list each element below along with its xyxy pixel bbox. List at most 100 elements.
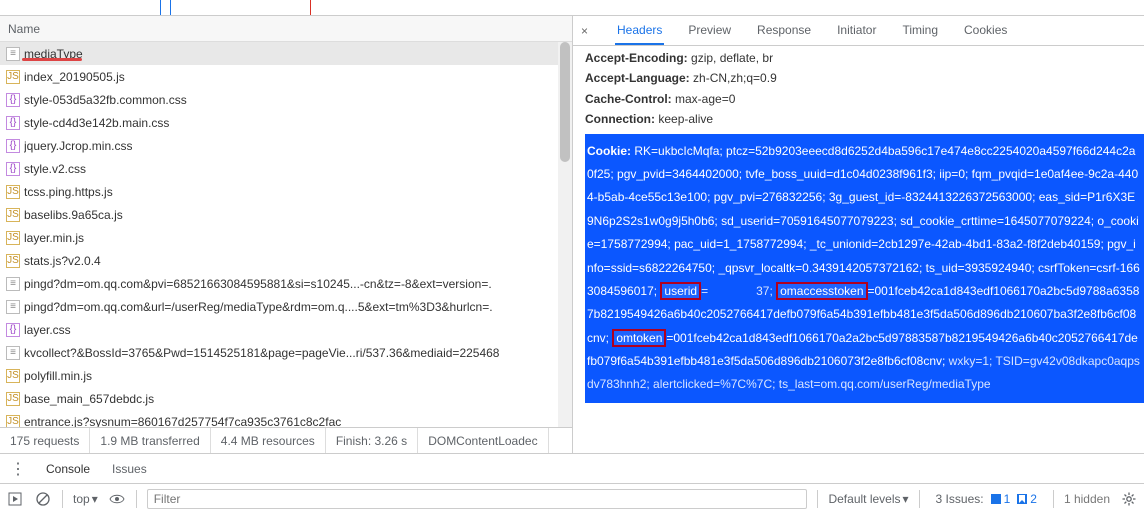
table-row[interactable]: ≡ kvcollect?&BossId=3765&Pwd=1514525181&p… <box>0 341 572 364</box>
css-file-icon: {} <box>6 93 20 107</box>
kebab-icon[interactable]: ⋮ <box>10 459 28 479</box>
close-icon[interactable]: × <box>581 24 597 38</box>
tab-headers[interactable]: Headers <box>615 17 664 45</box>
header-row: Accept-Encoding: gzip, deflate, br <box>585 48 1144 68</box>
request-name: kvcollect?&BossId=3765&Pwd=1514525181&pa… <box>24 346 499 360</box>
table-row[interactable]: {} style.v2.css <box>0 157 572 180</box>
header-value: max-age=0 <box>675 92 735 106</box>
table-row[interactable]: {} style-cd4d3e142b.main.css <box>0 111 572 134</box>
table-row[interactable]: {} jquery.Jcrop.min.css <box>0 134 572 157</box>
css-file-icon: {} <box>6 116 20 130</box>
request-name: polyfill.min.js <box>24 369 92 383</box>
context-selector[interactable]: top▾ <box>73 492 98 506</box>
request-name: base_main_657debdc.js <box>24 392 154 406</box>
levels-selector[interactable]: Default levels▾ <box>828 492 908 506</box>
network-request-list: Name ≡mediaType JS index_20190505.js {} styl… <box>0 16 573 453</box>
eye-icon[interactable] <box>108 490 126 508</box>
table-row[interactable]: JS baselibs.9a65ca.js <box>0 203 572 226</box>
table-row[interactable]: JS polyfill.min.js <box>0 364 572 387</box>
js-file-icon: JS <box>6 185 20 199</box>
table-row[interactable]: ≡mediaType <box>0 42 572 65</box>
filter-input[interactable] <box>147 489 808 509</box>
request-name: entrance.js?sysnum=860167d257754f7ca935c… <box>24 415 341 428</box>
request-name: stats.js?v2.0.4 <box>24 254 101 268</box>
column-header-name[interactable]: Name <box>0 16 572 42</box>
request-name: index_20190505.js <box>24 70 125 84</box>
table-row[interactable]: JS entrance.js?sysnum=860167d257754f7ca93… <box>0 410 572 427</box>
header-row: Connection: keep-alive <box>585 109 1144 129</box>
left-scrollbar[interactable] <box>558 42 572 427</box>
execute-icon[interactable] <box>6 490 24 508</box>
js-file-icon: JS <box>6 392 20 406</box>
highlight-underline <box>22 58 82 61</box>
js-file-icon: JS <box>6 415 20 428</box>
request-name: baselibs.9a65ca.js <box>24 208 123 222</box>
request-name: style-053d5a32fb.common.css <box>24 93 187 107</box>
omaccesstoken-frame: omaccesstoken <box>776 282 867 300</box>
headers-body: Accept-Encoding: gzip, deflate, brAccept… <box>573 46 1144 453</box>
header-row: Cache-Control: max-age=0 <box>585 89 1144 109</box>
status-resources: 4.4 MB resources <box>211 428 326 453</box>
css-file-icon: {} <box>6 139 20 153</box>
header-value: gzip, deflate, br <box>691 51 773 65</box>
status-requests: 175 requests <box>0 428 90 453</box>
request-name: layer.css <box>24 323 71 337</box>
doc-file-icon: ≡ <box>6 300 20 314</box>
issue-count-2: 2 <box>1016 492 1037 506</box>
issues-summary[interactable]: 3 Issues: 1 2 <box>930 492 1043 506</box>
chevron-down-icon: ▾ <box>903 492 909 506</box>
table-row[interactable]: JS tcss.ping.https.js <box>0 180 572 203</box>
header-key: Accept-Encoding: <box>585 51 688 65</box>
cookie-header[interactable]: Cookie: RK=ukbcIcMqfa; ptcz=52b9203eeecd… <box>585 134 1144 403</box>
header-key: Accept-Language: <box>585 71 690 85</box>
drawer-tabs: ⋮ Console Issues <box>0 453 1144 483</box>
table-row[interactable]: ≡ pingd?dm=om.qq.com&pvi=6852166308459588… <box>0 272 572 295</box>
tab-cookies[interactable]: Cookies <box>962 17 1009 45</box>
table-row[interactable]: JS base_main_657debdc.js <box>0 387 572 410</box>
issues-label: 3 Issues: <box>936 492 984 506</box>
request-name: style.v2.css <box>24 162 86 176</box>
table-row[interactable]: {} layer.css <box>0 318 572 341</box>
userid-frame: userid <box>660 282 701 300</box>
status-dcl: DOMContentLoadec <box>418 428 548 453</box>
table-row[interactable]: ≡pingd?dm=om.qq.com&url=/userReg/mediaTy… <box>0 295 572 318</box>
tab-initiator[interactable]: Initiator <box>835 17 878 45</box>
css-file-icon: {} <box>6 162 20 176</box>
header-row: Accept-Language: zh-CN,zh;q=0.9 <box>585 68 1144 88</box>
doc-file-icon: ≡ <box>6 346 20 360</box>
gear-icon[interactable] <box>1120 490 1138 508</box>
js-file-icon: JS <box>6 70 20 84</box>
js-file-icon: JS <box>6 369 20 383</box>
status-transferred: 1.9 MB transferred <box>90 428 210 453</box>
request-name: pingd?dm=om.qq.com&pvi=68521663084595881… <box>24 277 492 291</box>
drawer-tab-console[interactable]: Console <box>46 462 90 476</box>
doc-file-icon: ≡ <box>6 47 20 61</box>
tab-response[interactable]: Response <box>755 17 813 45</box>
request-name: jquery.Jcrop.min.css <box>24 139 132 153</box>
header-key: Connection: <box>585 112 655 126</box>
hidden-count[interactable]: 1 hidden <box>1064 492 1110 506</box>
table-row[interactable]: {} style-053d5a32fb.common.css <box>0 88 572 111</box>
doc-file-icon: ≡ <box>6 277 20 291</box>
header-value: zh-CN,zh;q=0.9 <box>693 71 777 85</box>
status-finish: Finish: 3.26 s <box>326 428 418 453</box>
table-row[interactable]: JS index_20190505.js <box>0 65 572 88</box>
userid-num: 37; <box>708 284 776 298</box>
issue-count-1: 1 <box>990 492 1011 506</box>
cookie-label: Cookie: <box>587 144 631 158</box>
js-file-icon: JS <box>6 254 20 268</box>
tab-timing[interactable]: Timing <box>900 17 940 45</box>
request-name: style-cd4d3e142b.main.css <box>24 116 169 130</box>
css-file-icon: {} <box>6 323 20 337</box>
table-row[interactable]: JSlayer.min.js <box>0 226 572 249</box>
request-name: layer.min.js <box>24 231 84 245</box>
timeline-strip <box>0 0 1144 16</box>
drawer-tab-issues[interactable]: Issues <box>112 462 147 476</box>
omtoken-frame: omtoken <box>612 329 666 347</box>
js-file-icon: JS <box>6 208 20 222</box>
cookie-pre: RK=ukbcIcMqfa; ptcz=52b9203eeecd8d6252d4… <box>587 144 1140 298</box>
table-row[interactable]: JS stats.js?v2.0.4 <box>0 249 572 272</box>
request-name: tcss.ping.https.js <box>24 185 113 199</box>
tab-preview[interactable]: Preview <box>686 17 733 45</box>
clear-icon[interactable] <box>34 490 52 508</box>
